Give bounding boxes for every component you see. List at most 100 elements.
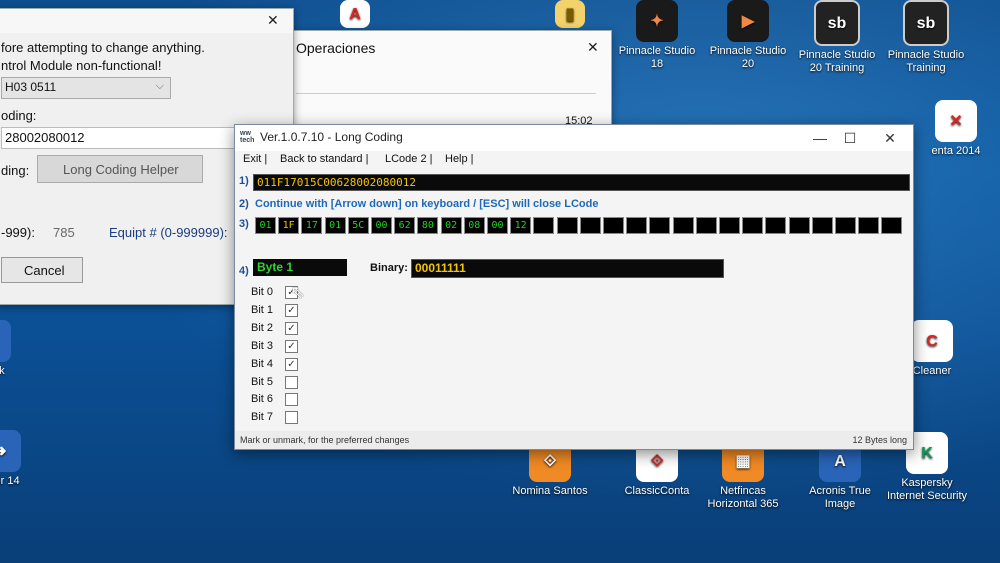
equipt-label: Equipt # (0-999999): (109, 225, 228, 240)
maximize-button[interactable]: ☐ (835, 127, 865, 149)
byte-cell[interactable] (811, 217, 833, 234)
byte-cell[interactable] (695, 217, 717, 234)
operaciones-title: Operaciones (296, 40, 376, 56)
byte-cell[interactable]: 00 (487, 217, 508, 234)
byte-cell[interactable]: 62 (394, 217, 416, 234)
app-icon: C (911, 320, 953, 362)
byte-cell[interactable] (742, 217, 764, 234)
bit-label: Bit 3 (251, 339, 274, 352)
bit-label: Bit 2 (251, 321, 274, 334)
row-2-label: 2) (239, 198, 249, 210)
byte-cell[interactable] (533, 217, 555, 234)
long-coding-helper-button[interactable]: Long Coding Helper (37, 155, 203, 183)
warning-line-2: ntrol Module non-functional! (1, 58, 162, 73)
selected-byte-label: Byte 1 (253, 259, 347, 276)
minimize-button[interactable]: — (805, 127, 835, 149)
bit-checkbox[interactable]: ✓ (285, 321, 298, 335)
byte-cell[interactable] (835, 217, 856, 234)
desktop-shortcut[interactable]: ⟳ teLink (0, 320, 50, 378)
binary-label: Binary: (370, 262, 408, 274)
desktop-shortcut[interactable]: sb Pinnacle Studio Training (866, 0, 986, 75)
cancel-button[interactable]: Cancel (1, 257, 83, 283)
bit-checkbox[interactable] (285, 411, 298, 425)
byte-cell[interactable]: 01 (255, 217, 276, 234)
title-bar: ww tech Ver.1.0.7.10 - Long Coding — ☐ ✕ (235, 125, 913, 151)
bit-label: Bit 5 (251, 375, 274, 388)
coding-label: oding: (1, 108, 37, 123)
bit-label: Bit 0 (251, 286, 274, 298)
menu-bar: Exit | Back to standard | LCode 2 | Help… (235, 151, 913, 171)
window-header (0, 9, 293, 33)
row-3-label: 3) (239, 218, 249, 230)
shortcut-label: Nomina Santos (512, 485, 588, 497)
row-1-label: 1) (239, 175, 249, 187)
byte-cell[interactable] (649, 217, 671, 234)
adobe-icon: A (340, 0, 370, 28)
operaciones-window: Operaciones ✕ 15:02 (290, 30, 612, 132)
menu-help[interactable]: Help | (445, 153, 474, 165)
bit-checkbox[interactable]: ✓ (285, 357, 298, 371)
byte-cell[interactable]: 00 (371, 217, 392, 234)
byte-cell[interactable]: 1F (278, 217, 300, 234)
shortcut-label: teLink (0, 365, 5, 377)
folder-shortcut[interactable]: ▮ (540, 0, 600, 31)
menu-back-to-standard[interactable]: Back to standard | (280, 153, 368, 165)
row-4-label: 4) (239, 265, 249, 277)
bit-checkbox[interactable]: ✓ (285, 339, 298, 353)
bit-label: Bit 6 (251, 393, 274, 406)
menu-exit[interactable]: Exit | (243, 153, 267, 165)
divider (296, 93, 596, 94)
app-icon: ⟳ (0, 320, 11, 362)
desktop-shortcut[interactable]: ➜ ewer 14 (0, 430, 60, 488)
byte-cell[interactable] (579, 217, 601, 234)
app-icon: ▶ (727, 0, 769, 42)
close-icon[interactable]: ✕ (587, 39, 599, 56)
byte-cell[interactable] (788, 217, 810, 234)
select-value: H03 0511 (5, 80, 57, 94)
byte-cell[interactable] (881, 217, 903, 234)
byte-cell[interactable] (626, 217, 648, 234)
coding-value: 28002080012 (5, 130, 85, 145)
byte-cell[interactable]: 08 (463, 217, 485, 234)
byte-cell[interactable]: 5C (347, 217, 369, 234)
byte-cell[interactable]: 02 (440, 217, 462, 234)
byte-cell[interactable] (858, 217, 880, 234)
app-icon: ✕ (935, 100, 977, 142)
range-label: -999): (1, 225, 35, 240)
app-icon: ✦ (636, 0, 678, 42)
byte-count: 12 Bytes long (852, 435, 907, 445)
long-coding-window: ww tech Ver.1.0.7.10 - Long Coding — ☐ ✕… (234, 124, 914, 450)
byte-cell[interactable] (603, 217, 624, 234)
coding-string-field[interactable]: 011F17015C00628002080012 (253, 174, 910, 191)
warning-line-1: fore attempting to change anything. (1, 40, 205, 55)
window-title: Ver.1.0.7.10 - Long Coding (260, 130, 403, 144)
app-icon: sb (814, 0, 860, 46)
adobe-shortcut[interactable]: A (325, 0, 385, 31)
bit-checkbox[interactable] (285, 375, 298, 389)
byte-cell[interactable]: 17 (301, 217, 323, 234)
byte-cell[interactable] (672, 217, 694, 234)
byte-cell[interactable]: 01 (324, 217, 346, 234)
bit-label: Bit 4 (251, 357, 274, 370)
menu-lcode-2[interactable]: LCode 2 | (385, 153, 433, 165)
close-button[interactable]: ✕ (875, 127, 905, 149)
close-icon[interactable]: ✕ (267, 12, 279, 29)
status-hint: Mark or unmark, for the preferred change… (240, 435, 410, 445)
byte-cell[interactable]: 12 (510, 217, 532, 234)
bit-checkbox[interactable] (285, 393, 298, 407)
byte-cell[interactable] (556, 217, 578, 234)
ding-label: ding: (1, 163, 30, 178)
keyboard-hint: Continue with [Arrow down] on keyboard /… (255, 198, 599, 210)
binary-value-field: 00011111 (411, 259, 724, 278)
shortcut-label: Kaspersky Internet Security (886, 477, 968, 502)
app-logo: ww tech (240, 130, 255, 144)
byte-cell[interactable]: 80 (417, 217, 439, 234)
shortcut-label: ewer 14 (0, 475, 20, 487)
bit-checkbox[interactable]: ✓ (285, 303, 298, 317)
byte-cell[interactable] (719, 217, 740, 234)
range-value: 785 (53, 225, 75, 240)
folder-icon: ▮ (555, 0, 585, 28)
byte-cell[interactable] (765, 217, 787, 234)
module-select[interactable]: H03 0511 ⌵ (1, 77, 171, 99)
chevron-down-icon: ⌵ (155, 80, 164, 92)
